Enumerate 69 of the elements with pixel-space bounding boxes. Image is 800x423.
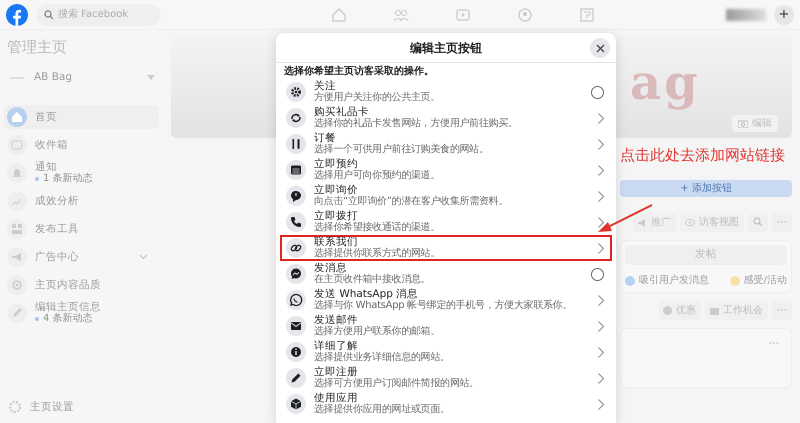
add-button-button[interactable]: + 添加按钮 (620, 180, 792, 197)
update-note: 4 条新动态 (43, 313, 93, 324)
settings-item[interactable]: 主页设置 (4, 400, 159, 414)
option-description: 选择与你 WhatsApp 帐号绑定的手机号，方便大家联系你。 (314, 300, 574, 312)
option-row[interactable]: 关注 方便用户关注你的公共主页。 (280, 79, 612, 105)
option-row[interactable]: 联系我们 选择提供你联系方式的网站。 (280, 235, 612, 261)
option-row[interactable]: 发送 WhatsApp 消息 选择与你 WhatsApp 帐号绑定的手机号，方便大家联系你。 (280, 287, 612, 313)
sidebar-item[interactable]: 主页内容品质 (4, 272, 159, 296)
sidebar-title: 管理主页 (6, 37, 68, 58)
option-row[interactable]: 发消息 在主页收件箱中接收消息。 (280, 261, 612, 287)
composer-option[interactable]: 吸引用户发消息 (625, 273, 709, 288)
item-label: 发布工具 (35, 222, 80, 234)
option-description: 方便用户关注你的公共主页。 (314, 92, 442, 104)
item-label: 广告中心 (35, 250, 80, 262)
sidebar-item[interactable]: 成效分析 (4, 188, 159, 212)
item-label: 主页设置 (30, 401, 74, 413)
option-row[interactable]: 订餐 选择一个可供用户前往订购美食的网站。 (280, 131, 612, 157)
option-description: 选择用户可向你预约的渠道。 (314, 170, 442, 182)
page-selector[interactable]: AB Bag (34, 70, 147, 86)
option-title: 发送 WhatsApp 消息 (314, 288, 420, 300)
dialog-title: 编辑主页按钮 (410, 40, 482, 56)
option-title: 详细了解 (314, 340, 358, 352)
option-title: 联系我们 (314, 236, 359, 248)
option-title: 立即注册 (314, 366, 359, 378)
option-title: 订餐 (314, 132, 337, 144)
item-label: 成效分析 (35, 194, 80, 206)
option-title: 发送邮件 (314, 314, 359, 326)
sidebar-item[interactable]: 收件箱 (4, 132, 159, 156)
option-title: 购买礼品卡 (314, 106, 370, 118)
annotation-text: 点击此处去添加网站链接 (620, 146, 786, 164)
option-description: 选择提供业务详细信息的网站。 (314, 352, 451, 364)
item-label: 首页 (35, 110, 58, 122)
option-description: 选择你的礼品卡发售网站，方便用户前往购买。 (314, 118, 519, 130)
option-title: 发消息 (314, 262, 348, 274)
dialog-prompt: 选择你希望主页访客采取的操作。 (283, 64, 435, 79)
option-description: 选择提供你应用的网址或页面。 (314, 404, 451, 416)
search-field[interactable]: 搜索 Facebook (36, 4, 161, 26)
option-row[interactable]: 购买礼品卡 选择你的礼品卡发售网站，方便用户前往购买。 (280, 105, 612, 131)
update-note: 1 条新动态 (43, 173, 93, 184)
option-description: 向点击“立即询价”的潜在客户收集所需资料。 (314, 196, 510, 208)
item-label: 收件箱 (35, 138, 69, 150)
option-row[interactable]: 立即注册 选择可方便用户订阅邮件简报的网站。 (280, 365, 612, 391)
item-label: 通知 (35, 161, 58, 173)
option-title: 使用应用 (314, 392, 359, 404)
option-description: 选择方便用户联系你的邮箱。 (314, 326, 442, 338)
sidebar-item[interactable]: 编辑主页信息 4 条新动态 (4, 300, 159, 324)
option-description: 选择一个可供用户前往订购美食的网站。 (314, 144, 490, 156)
option-row[interactable]: 立即拨打 选择你希望接收通话的渠道。 (280, 209, 612, 235)
option-description: 选择提供你联系方式的网站。 (314, 248, 442, 260)
option-title: 立即预约 (314, 158, 359, 170)
option-row[interactable]: 使用应用 选择提供你应用的网址或页面。 (280, 391, 612, 417)
option-row[interactable]: 立即询价 向点击“立即询价”的潜在客户收集所需资料。 (280, 183, 612, 209)
option-row[interactable]: 发送邮件 选择方便用户联系你的邮箱。 (280, 313, 612, 339)
create-button[interactable]: + (774, 4, 794, 24)
option-description: 在主页收件箱中接收消息。 (314, 274, 432, 286)
sidebar-item[interactable]: 广告中心 (4, 244, 159, 268)
option-row[interactable]: 立即预约 选择用户可向你预约的渠道。 (280, 157, 612, 183)
option-title: 关注 (314, 80, 337, 92)
sidebar-item[interactable]: 发布工具 (4, 216, 159, 240)
composer-option[interactable]: 感受/活动 (730, 273, 787, 288)
item-label: 编辑主页信息 (35, 301, 102, 313)
option-description: 选择你希望接收通话的渠道。 (314, 222, 442, 234)
option-title: 立即拨打 (314, 210, 358, 222)
option-description: 选择可方便用户订阅邮件简报的网站。 (314, 378, 480, 390)
item-label: 主页内容品质 (35, 278, 102, 290)
option-row[interactable]: 详细了解 选择提供业务详细信息的网站。 (280, 339, 612, 365)
sidebar-item[interactable]: 通知 1 条新动态 (4, 160, 159, 184)
sidebar-item[interactable]: 首页 (4, 104, 159, 128)
option-title: 立即询价 (314, 184, 358, 196)
